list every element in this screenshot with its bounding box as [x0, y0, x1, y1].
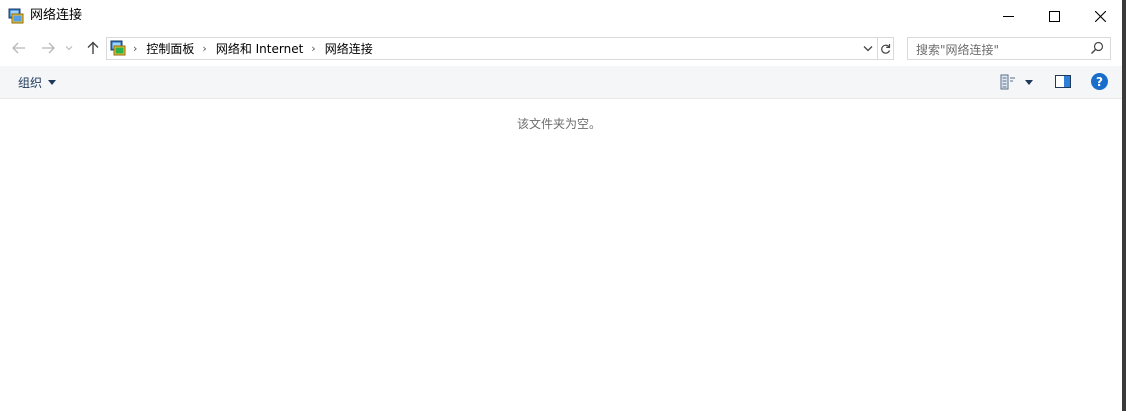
maximize-icon [1048, 10, 1060, 22]
change-view-icon[interactable] [1000, 74, 1018, 90]
breadcrumb-separator[interactable]: › [311, 42, 315, 55]
close-icon [1094, 10, 1106, 22]
organize-label: 组织 [18, 76, 43, 90]
chevron-down-icon [863, 46, 873, 52]
explorer-window: 网络连接 › 控制面板 › 网络和 Internet › 网络连接 搜索"网络连… [0, 0, 1123, 411]
chevron-down-icon [65, 46, 73, 51]
window-border [1122, 0, 1126, 411]
refresh-button[interactable] [878, 38, 893, 59]
file-list-area[interactable]: 该文件夹为空。 [0, 99, 1122, 411]
search-input[interactable]: 搜索"网络连接" [916, 41, 999, 58]
up-button[interactable] [83, 38, 103, 58]
command-bar: 组织 [0, 66, 1122, 99]
view-options-dropdown[interactable] [1025, 80, 1033, 85]
address-dropdown-button[interactable] [859, 38, 877, 59]
breadcrumb: › 控制面板 › 网络和 Internet › 网络连接 [131, 38, 379, 59]
preview-pane-icon[interactable] [1055, 75, 1071, 88]
minimize-icon [1002, 15, 1014, 17]
back-button[interactable] [9, 38, 29, 58]
breadcrumb-separator[interactable]: › [133, 42, 137, 55]
network-connections-icon [8, 8, 24, 24]
search-icon [1091, 41, 1104, 54]
breadcrumb-item[interactable]: 网络和 Internet [216, 40, 303, 57]
back-arrow-icon [12, 42, 25, 54]
close-button[interactable] [1077, 0, 1123, 32]
breadcrumb-separator[interactable]: › [202, 42, 206, 55]
caret-down-icon [48, 80, 57, 85]
control-panel-icon [110, 40, 126, 56]
up-arrow-icon [87, 41, 99, 54]
breadcrumb-item[interactable]: 控制面板 [146, 40, 194, 57]
organize-menu-button[interactable]: 组织 [18, 74, 57, 91]
title-bar[interactable]: 网络连接 [0, 0, 1122, 32]
forward-arrow-icon [42, 42, 55, 54]
recent-locations-button[interactable] [62, 38, 76, 58]
refresh-icon [881, 43, 891, 54]
maximize-button[interactable] [1031, 0, 1077, 32]
minimize-button[interactable] [985, 0, 1031, 32]
forward-button[interactable] [38, 38, 58, 58]
search-box[interactable]: 搜索"网络连接" [907, 37, 1111, 60]
address-bar[interactable]: › 控制面板 › 网络和 Internet › 网络连接 [106, 37, 894, 60]
help-button[interactable]: ? [1091, 73, 1108, 90]
window-title: 网络连接 [30, 8, 83, 23]
navigation-bar: › 控制面板 › 网络和 Internet › 网络连接 搜索"网络连接" [0, 34, 1122, 62]
help-icon: ? [1096, 74, 1103, 89]
breadcrumb-item[interactable]: 网络连接 [325, 40, 373, 57]
empty-folder-message: 该文件夹为空。 [516, 117, 601, 131]
